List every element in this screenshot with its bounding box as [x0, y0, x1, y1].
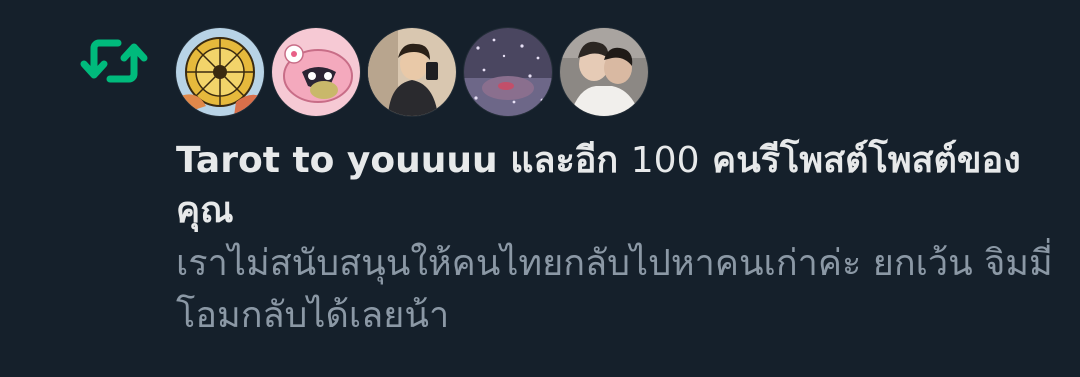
pink-cartoon-avatar[interactable] [272, 28, 360, 116]
actor-name[interactable]: Tarot to youuuu [176, 140, 498, 181]
repost-count: 100 [630, 140, 700, 181]
notification-body: Tarot to youuuu และอีก 100 คนรีโพสต์โพสต… [176, 136, 1056, 342]
reposted-tweet-text[interactable]: เราไม่สนับสนุนให้คนไทยกลับไปหาคนเก่าค่ะ … [176, 238, 1056, 342]
sparkle-room-avatar[interactable] [464, 28, 552, 116]
tarot-wheel-avatar[interactable] [176, 28, 264, 116]
notification-headline: Tarot to youuuu และอีก 100 คนรีโพสต์โพสต… [176, 136, 1056, 236]
selfie-avatar[interactable] [368, 28, 456, 116]
connector-text: และอีก [510, 140, 619, 181]
reposter-avatars [176, 28, 648, 118]
retweet-icon [80, 39, 148, 83]
couple-photo-avatar[interactable] [560, 28, 648, 116]
